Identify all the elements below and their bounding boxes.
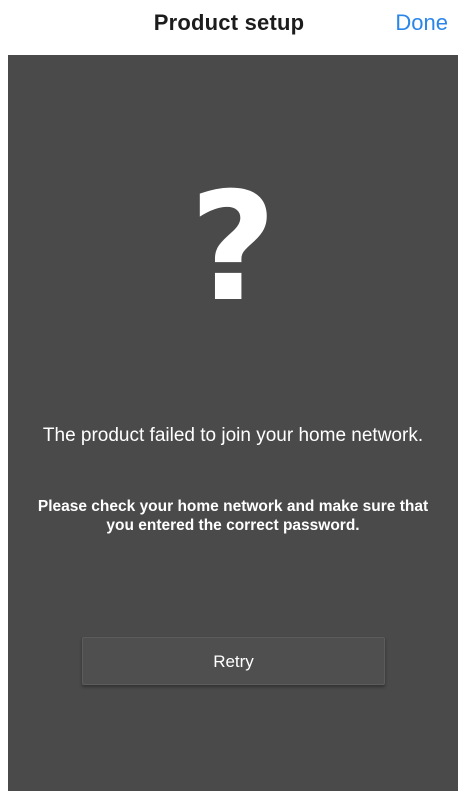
error-message: The product failed to join your home net… [42, 425, 424, 446]
retry-button[interactable]: Retry [82, 637, 385, 685]
question-mark-icon: ? [189, 161, 277, 335]
page-title: Product setup [153, 10, 305, 35]
error-hint: Please check your home network and make … [37, 498, 429, 534]
done-button[interactable]: Done [395, 10, 448, 36]
error-panel: ? The product failed to join your home n… [8, 55, 458, 791]
navigation-bar: Product setup Done [0, 0, 458, 55]
